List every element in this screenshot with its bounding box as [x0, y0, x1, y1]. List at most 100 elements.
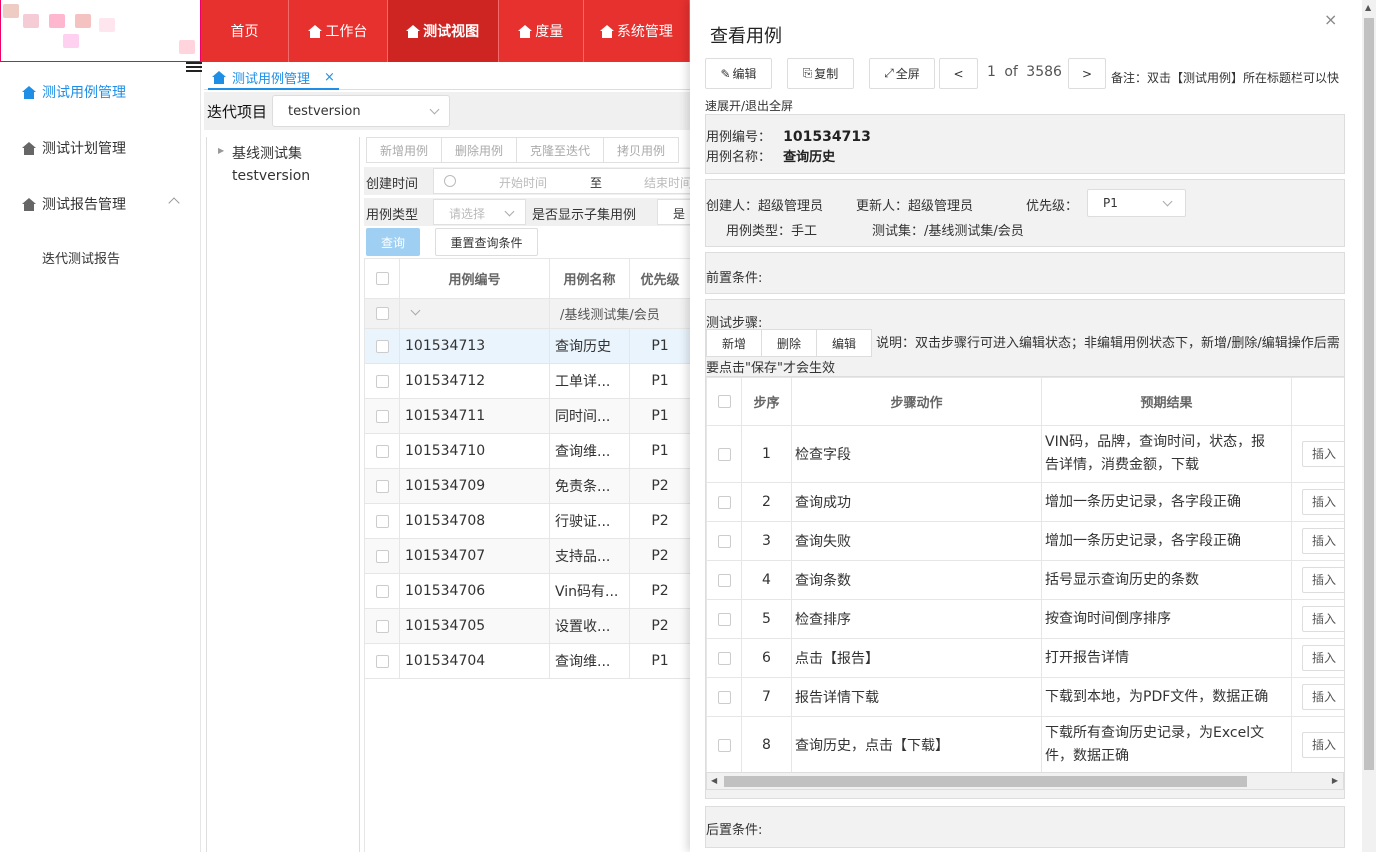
case-type-select[interactable]: 请选择: [433, 199, 526, 225]
scrollbar-thumb[interactable]: [1364, 18, 1374, 770]
sidebar-item-test-reports[interactable]: 测试报告管理: [22, 194, 126, 214]
insert-step-button[interactable]: 插入: [1302, 441, 1344, 467]
insert-step-button[interactable]: 插入: [1302, 645, 1344, 671]
row-checkbox[interactable]: [375, 514, 389, 528]
row-checkbox[interactable]: [375, 619, 389, 633]
home-icon: [308, 24, 323, 38]
steps-table-scroll[interactable]: 步序 步骤动作 预期结果 1 检查字段 VIN码，品牌，查询时间，状态，报告详情，消…: [706, 376, 1344, 772]
insert-step-button[interactable]: 插入: [1302, 528, 1344, 554]
nav-tab-metrics[interactable]: 度量: [499, 0, 584, 62]
add-case-button[interactable]: 新增用例: [366, 137, 443, 163]
scrollbar-thumb[interactable]: [724, 776, 1247, 787]
step-checkbox[interactable]: [717, 651, 731, 665]
scroll-up-icon[interactable]: ▲: [1365, 3, 1371, 12]
tab-test-cases[interactable]: 测试用例管理 ×: [208, 66, 339, 90]
sidebar-item-test-cases[interactable]: 测试用例管理: [22, 82, 126, 102]
row-checkbox[interactable]: [375, 374, 389, 388]
scroll-right-icon[interactable]: ▶: [1332, 776, 1338, 785]
group-checkbox[interactable]: [375, 307, 389, 320]
row-checkbox[interactable]: [375, 549, 389, 563]
step-row[interactable]: 5 检查排序 按查询时间倒序排序 插入: [706, 599, 1344, 639]
table-row[interactable]: 101534708 行驶证... P2: [364, 503, 691, 539]
tree-node-baseline[interactable]: 基线测试集: [232, 143, 302, 163]
vertical-scrollbar[interactable]: ▲: [1362, 0, 1376, 852]
scroll-left-icon[interactable]: ◀: [711, 776, 717, 785]
select-all-checkbox[interactable]: [375, 272, 389, 285]
nav-tab-test-view[interactable]: 测试视图: [387, 0, 499, 62]
column-header[interactable]: 优先级: [629, 258, 691, 299]
nav-tab-workbench[interactable]: 工作台: [289, 0, 388, 62]
step-row[interactable]: 2 查询成功 增加一条历史记录，各字段正确 插入: [706, 482, 1344, 522]
table-row[interactable]: 101534709 免责条... P2: [364, 468, 691, 504]
start-date-input[interactable]: 开始时间: [499, 174, 547, 191]
reset-query-button[interactable]: 重置查询条件: [435, 228, 538, 256]
priority-select[interactable]: P1: [1087, 189, 1186, 217]
close-icon[interactable]: ×: [324, 70, 335, 85]
sidebar-item-test-plans[interactable]: 测试计划管理: [22, 138, 126, 158]
table-row[interactable]: 101534706 Vin码有... P2: [364, 573, 691, 609]
close-icon[interactable]: ×: [1324, 10, 1337, 29]
step-row[interactable]: 6 点击【报告】 打开报告详情 插入: [706, 638, 1344, 678]
horizontal-scrollbar[interactable]: ◀ ▶: [706, 772, 1344, 790]
select-all-checkbox[interactable]: [717, 395, 731, 408]
table-row[interactable]: 101534707 支持品... P2: [364, 538, 691, 574]
step-row[interactable]: 7 报告详情下载 下载到本地，为PDF文件，数据正确 插入: [706, 677, 1344, 717]
row-checkbox[interactable]: [375, 409, 389, 423]
column-header[interactable]: 用例编号: [399, 258, 550, 299]
priority-label: 优先级：: [1026, 199, 1079, 214]
sidebar-item-label: 测试计划管理: [42, 141, 126, 157]
nav-tab-label: 首页: [230, 24, 259, 40]
tree-node-testversion[interactable]: testversion: [232, 168, 310, 184]
step-row[interactable]: 8 查询历史，点击【下载】 下载所有查询历史记录，为Excel文件，数据正确 插入: [706, 716, 1344, 772]
collapse-menu-icon[interactable]: [186, 62, 202, 76]
nav-tab-system[interactable]: 系统管理: [584, 0, 690, 62]
step-row[interactable]: 3 查询失败 增加一条历史记录，各字段正确 插入: [706, 521, 1344, 561]
table-row[interactable]: 101534704 查询维... P1: [364, 643, 691, 679]
step-checkbox[interactable]: [717, 573, 731, 587]
step-checkbox[interactable]: [717, 612, 731, 626]
insert-step-button[interactable]: 插入: [1302, 684, 1344, 710]
edit-step-button[interactable]: 编辑: [816, 329, 872, 357]
caret-right-icon[interactable]: ▶: [218, 146, 224, 155]
row-checkbox[interactable]: [375, 584, 389, 598]
copy-case-button[interactable]: 拷贝用例: [603, 137, 680, 163]
iteration-select[interactable]: testversion: [272, 95, 450, 127]
step-checkbox[interactable]: [717, 690, 731, 704]
row-checkbox[interactable]: [375, 654, 389, 668]
row-checkbox[interactable]: [375, 479, 389, 493]
table-row[interactable]: 101534711 同时间... P1: [364, 398, 691, 434]
delete-step-button[interactable]: 删除: [761, 329, 817, 357]
column-header[interactable]: 用例名称: [549, 258, 630, 299]
table-row[interactable]: 101534713 查询历史 P1: [364, 328, 691, 364]
insert-step-button[interactable]: 插入: [1302, 606, 1344, 632]
group-row[interactable]: /基线测试集/会员: [364, 298, 691, 329]
step-checkbox[interactable]: [717, 534, 731, 548]
nav-tab-home[interactable]: 首页: [201, 0, 290, 62]
insert-step-button[interactable]: 插入: [1302, 732, 1344, 758]
step-row[interactable]: 1 检查字段 VIN码，品牌，查询时间，状态，报告详情，消费金额，下载 插入: [706, 425, 1344, 483]
step-checkbox[interactable]: [717, 738, 731, 752]
table-row[interactable]: 101534705 设置收... P2: [364, 608, 691, 644]
case-id-cell: 101534704: [399, 643, 550, 679]
show-subset-select[interactable]: 是: [657, 199, 690, 225]
row-checkbox[interactable]: [375, 444, 389, 458]
insert-step-button[interactable]: 插入: [1302, 489, 1344, 515]
insert-step-button[interactable]: 插入: [1302, 567, 1344, 593]
query-button[interactable]: 查询: [366, 228, 420, 256]
date-range-picker[interactable]: 开始时间 至 结束时间: [433, 168, 690, 194]
step-checkbox[interactable]: [717, 447, 731, 461]
table-row[interactable]: 101534712 工单详... P1: [364, 363, 691, 399]
home-icon: [212, 70, 226, 84]
row-checkbox[interactable]: [375, 339, 389, 353]
chevron-down-icon[interactable]: [410, 305, 421, 316]
add-step-button[interactable]: 新增: [706, 329, 762, 357]
step-checkbox[interactable]: [717, 495, 731, 509]
clone-to-iteration-button[interactable]: 克隆至迭代: [516, 137, 605, 163]
delete-case-button[interactable]: 删除用例: [441, 137, 518, 163]
end-date-input[interactable]: 结束时间: [644, 174, 690, 191]
table-row[interactable]: 101534710 查询维... P1: [364, 433, 691, 469]
row-check-cell: [364, 363, 400, 399]
column-header: 步序: [741, 377, 792, 426]
sidebar-subitem-iteration-report[interactable]: 迭代测试报告: [42, 248, 120, 267]
step-row[interactable]: 4 查询条数 括号显示查询历史的条数 插入: [706, 560, 1344, 600]
